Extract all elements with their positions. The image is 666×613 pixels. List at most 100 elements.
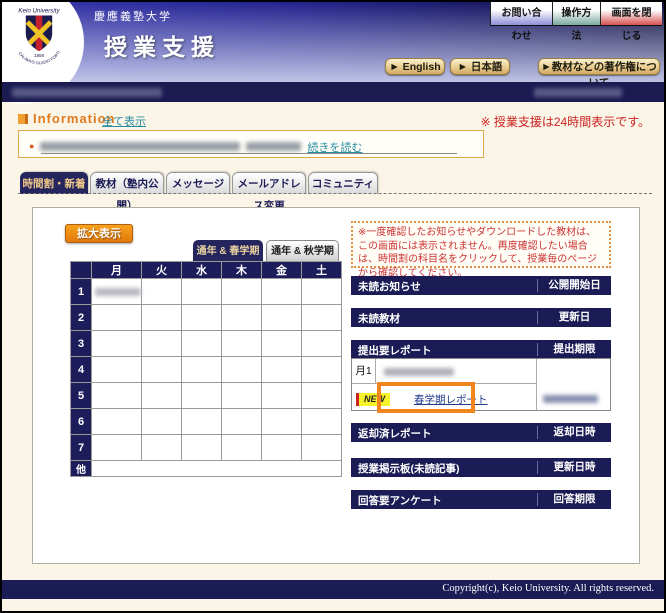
timetable-cell — [302, 279, 342, 305]
timetable-cell — [142, 279, 182, 305]
help-button[interactable]: 操作方法 — [552, 2, 600, 26]
section-returned-reports: 返却済レポート 返却日時 — [351, 423, 611, 442]
day-header: 月 — [92, 262, 142, 279]
timetable-cell — [222, 279, 262, 305]
timetable-cell — [92, 383, 142, 409]
section-surveys: 回答要アンケート 回答期限 — [351, 490, 611, 509]
section-date-label: 返却日時 — [537, 426, 611, 439]
english-button[interactable]: ► English — [385, 58, 445, 75]
header: Keio University 1858 CALAMVS GLADIO FORT… — [2, 2, 664, 82]
info-item-underline — [41, 153, 457, 154]
section-date-label: 更新日時 — [537, 461, 611, 474]
report-deadline-redacted — [543, 395, 598, 403]
user-name-redacted — [12, 88, 162, 97]
timetable-cell — [182, 409, 222, 435]
timetable-other-cell — [92, 461, 342, 477]
section-reports-due: 提出要レポート 提出期限 — [351, 340, 611, 359]
tab-community[interactable]: コミュニティ — [308, 172, 378, 194]
day-header: 木 — [222, 262, 262, 279]
timetable-cell — [222, 383, 262, 409]
app-window: Keio University 1858 CALAMVS GLADIO FORT… — [0, 0, 666, 613]
timetable-cell — [92, 435, 142, 461]
copyright-info-button[interactable]: ►教材などの著作権について — [538, 58, 660, 75]
page-title: 授業支援 — [104, 28, 220, 62]
period-header: 6 — [71, 409, 92, 435]
section-unread-materials: 未読教材 更新日 — [351, 308, 611, 327]
period-header: 3 — [71, 331, 92, 357]
bullet-icon: ● — [29, 141, 34, 151]
timetable-cell — [142, 357, 182, 383]
timetable-cell — [92, 409, 142, 435]
reports-due-rows: 月1 NEW 春学期レポート — [351, 358, 611, 411]
show-all-link[interactable]: 全て表示 — [102, 113, 146, 129]
timetable-cell — [182, 305, 222, 331]
timetable-cell — [302, 435, 342, 461]
tab-messages[interactable]: メッセージ — [166, 172, 230, 194]
keio-crest-icon: Keio University 1858 CALAMVS GLADIO FORT… — [6, 4, 72, 70]
period-header: 7 — [71, 435, 92, 461]
timetable-cell — [92, 331, 142, 357]
enlarge-view-button[interactable]: 拡大表示 — [65, 224, 133, 243]
section-date-label: 提出期限 — [537, 343, 611, 356]
timetable-cell — [262, 409, 302, 435]
timetable-cell — [142, 331, 182, 357]
timetable-corner — [71, 262, 92, 279]
timetable-cell — [182, 435, 222, 461]
date-column-divider — [536, 359, 537, 410]
timetable-cell — [262, 435, 302, 461]
timetable-cell — [182, 383, 222, 409]
timetable-cell — [302, 331, 342, 357]
timetable-cell — [92, 305, 142, 331]
timetable-cell — [182, 279, 222, 305]
tab-materials[interactable]: 教材（塾内公開） — [90, 172, 164, 194]
info-text-redacted — [246, 142, 301, 151]
timetable-cell — [262, 331, 302, 357]
close-screen-button[interactable]: 画面を閉じる — [600, 2, 662, 26]
tab-email-change[interactable]: メールアドレス変更 — [232, 172, 306, 194]
day-header: 火 — [142, 262, 182, 279]
tab-timetable-new[interactable]: 時間割・新着 — [20, 172, 88, 194]
timetable-cell — [92, 357, 142, 383]
new-badge: NEW — [356, 393, 390, 406]
timetable-cell — [262, 383, 302, 409]
section-unread-notices: 未読お知らせ 公開開始日 — [351, 276, 611, 295]
copyright-text: Copyright(c), Keio University. All right… — [442, 583, 654, 594]
timetable-cell-course[interactable] — [92, 279, 142, 305]
section-class-board: 授業掲示板(未読記事) 更新日時 — [351, 458, 611, 477]
content-panel: 拡大表示 通年 & 春学期 通年 & 秋学期 月火水木金土1234567他 ※一… — [32, 207, 640, 564]
timetable-cell — [222, 331, 262, 357]
timetable-cell — [302, 305, 342, 331]
timetable-cell — [142, 435, 182, 461]
section-title: 未読お知らせ — [358, 279, 421, 294]
timetable-cell — [182, 331, 222, 357]
period-header: 4 — [71, 357, 92, 383]
section-title: 回答要アンケート — [358, 493, 442, 508]
contact-button[interactable]: お問い合わせ — [490, 2, 552, 26]
information-icon — [18, 114, 28, 124]
report-course-row: 月1 — [352, 359, 536, 384]
svg-text:1858: 1858 — [34, 53, 45, 58]
current-date-redacted — [534, 88, 622, 97]
tab-separator — [18, 193, 652, 194]
japanese-button[interactable]: ► 日本語 — [450, 58, 510, 75]
day-header: 金 — [262, 262, 302, 279]
timetable-cell — [302, 357, 342, 383]
note-24h: ※ 授業支援は24時間表示です。 — [480, 113, 650, 130]
university-name: 慶應義塾大学 — [94, 8, 172, 24]
timetable-cell — [182, 357, 222, 383]
section-date-label: 更新日 — [537, 311, 611, 324]
timetable-cell — [262, 305, 302, 331]
spring-report-link[interactable]: 春学期レポート — [414, 392, 488, 407]
period-header: 1 — [71, 279, 92, 305]
timetable-cell — [222, 305, 262, 331]
timetable-cell — [142, 409, 182, 435]
day-header: 水 — [182, 262, 222, 279]
course-name-redacted[interactable] — [384, 368, 454, 376]
tab-fall-semester[interactable]: 通年 & 秋学期 — [266, 240, 339, 261]
section-title: 提出要レポート — [358, 343, 432, 358]
notice-box: ※一度確認したお知らせやダウンロードした教材は、この画面には表示されません。再度… — [351, 221, 611, 268]
timetable-cell — [222, 409, 262, 435]
period-header: 2 — [71, 305, 92, 331]
tab-spring-semester[interactable]: 通年 & 春学期 — [193, 240, 263, 261]
course-name-redacted[interactable] — [95, 288, 141, 296]
